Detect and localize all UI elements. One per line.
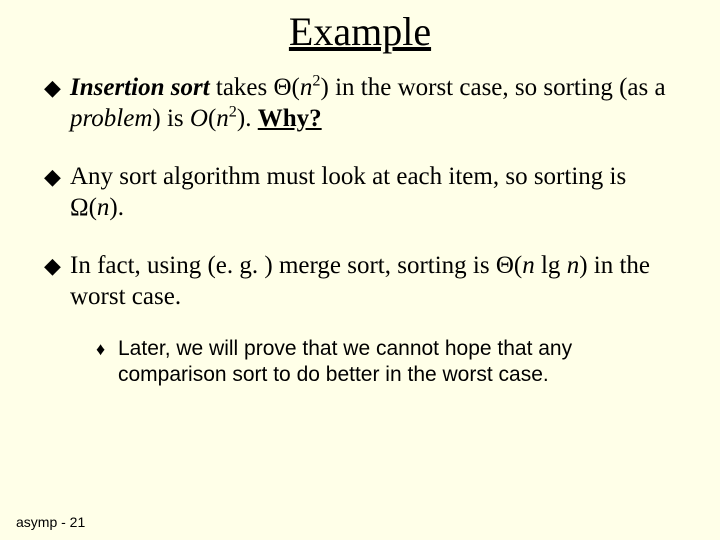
bullet-2-text: Any sort algorithm must look at each ite… bbox=[70, 162, 672, 223]
var-n: n bbox=[522, 252, 535, 279]
sub-bullet-1-text: Later, we will prove that we cannot hope… bbox=[118, 336, 672, 389]
var-n: n bbox=[567, 252, 580, 279]
why-emphasis: Why? bbox=[258, 105, 322, 132]
sup-2: 2 bbox=[229, 102, 237, 120]
t: ). bbox=[237, 105, 258, 132]
slide-content: ◆ Insertion sort takes Θ(n2) in the wors… bbox=[0, 73, 720, 389]
var-n: n bbox=[97, 194, 110, 221]
var-n: n bbox=[300, 74, 313, 101]
sub-bullet-marker: ♦ bbox=[96, 336, 118, 361]
bullet-1-term: Insertion sort bbox=[70, 74, 210, 101]
word-problem: problem bbox=[70, 105, 152, 132]
slide: Example ◆ Insertion sort takes Θ(n2) in … bbox=[0, 8, 720, 540]
t: takes Θ( bbox=[210, 74, 300, 101]
bullet-1-text: Insertion sort takes Θ(n2) in the worst … bbox=[70, 73, 672, 134]
var-n: n bbox=[216, 105, 229, 132]
slide-title: Example bbox=[0, 8, 720, 55]
bullet-marker: ◆ bbox=[44, 251, 70, 280]
t: In fact, using (e. g. ) merge sort, sort… bbox=[70, 252, 522, 279]
t: ) in the worst case, so sorting (as a bbox=[321, 74, 666, 101]
t: Any sort algorithm must look at each ite… bbox=[70, 163, 626, 221]
bullet-3-text: In fact, using (e. g. ) merge sort, sort… bbox=[70, 251, 672, 312]
big-o: O bbox=[190, 105, 208, 132]
t: lg bbox=[535, 252, 567, 279]
bullet-1: ◆ Insertion sort takes Θ(n2) in the wors… bbox=[44, 73, 672, 134]
slide-footer: asymp - 21 bbox=[16, 514, 85, 530]
bullet-3: ◆ In fact, using (e. g. ) merge sort, so… bbox=[44, 251, 672, 312]
t: ). bbox=[109, 194, 124, 221]
t: ) is bbox=[152, 105, 190, 132]
bullet-2: ◆ Any sort algorithm must look at each i… bbox=[44, 162, 672, 223]
bullet-marker: ◆ bbox=[44, 73, 70, 102]
sub-bullet-1: ♦ Later, we will prove that we cannot ho… bbox=[96, 336, 672, 389]
bullet-marker: ◆ bbox=[44, 162, 70, 191]
sup-2: 2 bbox=[312, 72, 320, 90]
